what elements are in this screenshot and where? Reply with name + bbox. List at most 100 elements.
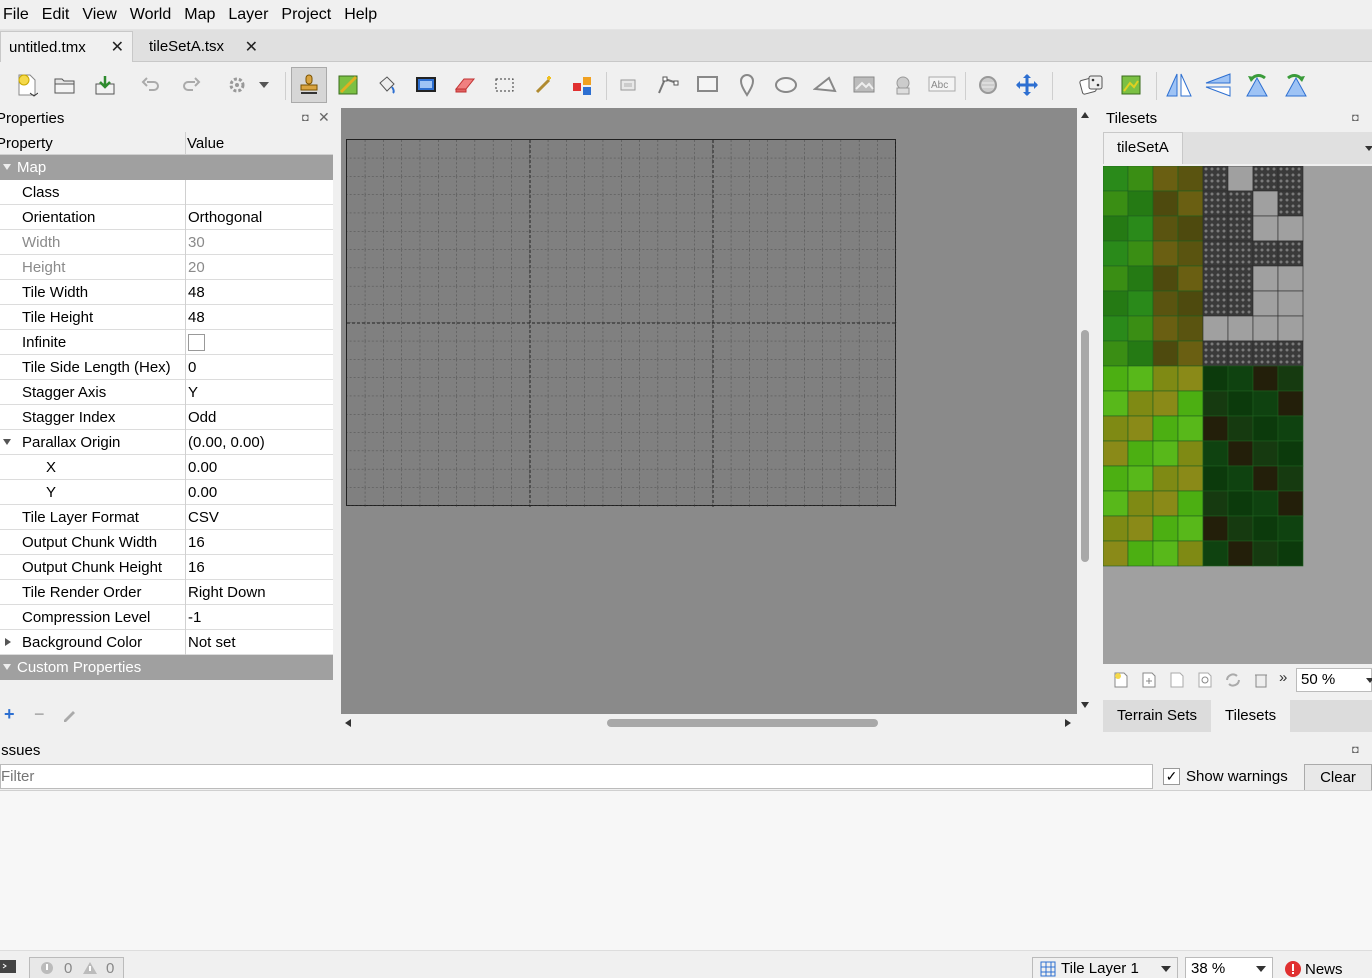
- menu-view[interactable]: View: [78, 0, 125, 30]
- property-value[interactable]: Not set: [188, 634, 236, 651]
- tile[interactable]: [1202, 540, 1229, 567]
- new-file-button[interactable]: [12, 70, 42, 100]
- show-warnings-checkbox[interactable]: ✓: [1163, 768, 1180, 785]
- commands-button[interactable]: [224, 70, 254, 100]
- horizontal-scrollbar[interactable]: [341, 714, 1077, 732]
- map-view[interactable]: [341, 108, 1077, 714]
- tile[interactable]: [1252, 265, 1279, 292]
- tile[interactable]: [1152, 165, 1179, 192]
- rotate-left-button[interactable]: [1242, 70, 1272, 100]
- tile[interactable]: [1102, 165, 1129, 192]
- tile[interactable]: [1127, 465, 1154, 492]
- property-row[interactable]: Class: [0, 180, 333, 205]
- tile[interactable]: [1277, 215, 1304, 242]
- tile[interactable]: [1277, 440, 1304, 467]
- redo-button[interactable]: [176, 70, 206, 100]
- tile[interactable]: [1127, 315, 1154, 342]
- property-value[interactable]: Orthogonal: [188, 209, 262, 226]
- property-row[interactable]: Tile Render Order Right Down: [0, 580, 333, 605]
- insert-template-button[interactable]: [888, 70, 918, 100]
- tile[interactable]: [1127, 290, 1154, 317]
- tile[interactable]: [1177, 490, 1204, 517]
- property-row[interactable]: X 0.00: [0, 455, 333, 480]
- tile[interactable]: [1252, 465, 1279, 492]
- tile[interactable]: [1277, 290, 1304, 317]
- tile[interactable]: [1127, 415, 1154, 442]
- tile[interactable]: [1277, 415, 1304, 442]
- tile[interactable]: [1177, 265, 1204, 292]
- remove-tileset-icon[interactable]: [1253, 671, 1269, 689]
- tile[interactable]: [1102, 215, 1129, 242]
- tile[interactable]: [1152, 390, 1179, 417]
- vertical-scrollbar[interactable]: [1077, 108, 1093, 714]
- tile[interactable]: [1277, 390, 1304, 417]
- replace-tileset-icon[interactable]: [1223, 671, 1243, 689]
- tile[interactable]: [1252, 540, 1279, 567]
- menu-file[interactable]: File: [0, 0, 38, 30]
- tile[interactable]: [1152, 240, 1179, 267]
- property-row[interactable]: Width 30: [0, 230, 333, 255]
- tile[interactable]: [1227, 440, 1254, 467]
- add-external-tileset-icon[interactable]: [1141, 672, 1157, 688]
- scroll-down-arrow[interactable]: [1081, 702, 1089, 708]
- tile[interactable]: [1202, 440, 1229, 467]
- property-row[interactable]: Height 20: [0, 255, 333, 280]
- tile[interactable]: [1102, 415, 1129, 442]
- rename-property-icon[interactable]: [62, 708, 76, 722]
- tile[interactable]: [1177, 540, 1204, 567]
- tab-terrain-sets[interactable]: Terrain Sets: [1103, 700, 1211, 732]
- tab-tilesets[interactable]: Tilesets: [1211, 700, 1291, 732]
- tile[interactable]: [1152, 265, 1179, 292]
- expand-arrow-icon[interactable]: [3, 164, 11, 170]
- issues-filter-input[interactable]: [0, 764, 1153, 789]
- tile[interactable]: [1252, 515, 1279, 542]
- tile[interactable]: [1152, 465, 1179, 492]
- tile[interactable]: [1127, 515, 1154, 542]
- tileset-zoom-select[interactable]: 50 %: [1296, 668, 1372, 692]
- tile[interactable]: [1227, 415, 1254, 442]
- property-value[interactable]: CSV: [188, 509, 219, 526]
- menu-help[interactable]: Help: [340, 0, 386, 30]
- property-value[interactable]: Y: [188, 384, 198, 401]
- undo-button[interactable]: [136, 70, 166, 100]
- bucket-fill-button[interactable]: [372, 70, 402, 100]
- property-row[interactable]: Map: [0, 155, 333, 180]
- tile[interactable]: [1177, 465, 1204, 492]
- tile[interactable]: [1102, 265, 1129, 292]
- property-row[interactable]: Stagger Index Odd: [0, 405, 333, 430]
- tile[interactable]: [1202, 315, 1229, 342]
- tile[interactable]: [1102, 465, 1129, 492]
- tile[interactable]: [1127, 540, 1154, 567]
- property-value[interactable]: 16: [188, 559, 205, 576]
- tile[interactable]: [1227, 390, 1254, 417]
- tile[interactable]: [1277, 490, 1304, 517]
- tile[interactable]: [1102, 365, 1129, 392]
- property-value[interactable]: Odd: [188, 409, 216, 426]
- tile[interactable]: [1252, 190, 1279, 217]
- property-row[interactable]: Tile Width 48: [0, 280, 333, 305]
- tile[interactable]: [1252, 290, 1279, 317]
- tile[interactable]: [1277, 315, 1304, 342]
- tile[interactable]: [1152, 515, 1179, 542]
- rotate-right-button[interactable]: [1281, 70, 1311, 100]
- property-value[interactable]: -1: [188, 609, 201, 626]
- property-row[interactable]: Tile Height 48: [0, 305, 333, 330]
- map-canvas[interactable]: [346, 139, 897, 507]
- tile[interactable]: [1227, 490, 1254, 517]
- save-button[interactable]: [90, 70, 120, 100]
- property-value[interactable]: 16: [188, 534, 205, 551]
- tile[interactable]: [1177, 515, 1204, 542]
- tile[interactable]: [1102, 390, 1129, 417]
- menu-project[interactable]: Project: [277, 0, 340, 30]
- menu-layer[interactable]: Layer: [224, 0, 277, 30]
- tile[interactable]: [1102, 315, 1129, 342]
- float-panel-icon[interactable]: ◘: [1352, 744, 1359, 756]
- property-row[interactable]: Custom Properties: [0, 655, 333, 680]
- tile[interactable]: [1202, 465, 1229, 492]
- tile[interactable]: [1127, 390, 1154, 417]
- insert-point-button[interactable]: [732, 70, 762, 100]
- insert-rectangle-button[interactable]: [693, 70, 723, 100]
- commands-dropdown[interactable]: [254, 70, 274, 100]
- insert-tile-button[interactable]: [849, 70, 879, 100]
- property-row[interactable]: Parallax Origin (0.00, 0.00): [0, 430, 333, 455]
